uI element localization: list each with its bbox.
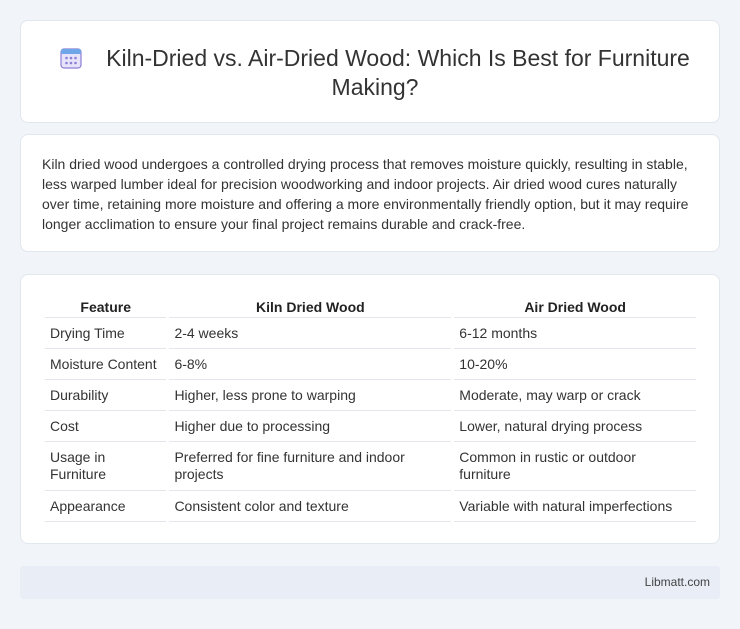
calendar-icon	[60, 48, 82, 69]
row-feature-cell: Cost	[45, 411, 167, 442]
intro-card: Kiln dried wood undergoes a controlled d…	[20, 134, 720, 252]
table-row: Drying Time 2-4 weeks 6-12 months	[45, 318, 696, 349]
comparison-card: Feature Kiln Dried Wood Air Dried Wood D…	[20, 274, 720, 544]
table-row: Durability Higher, less prone to warping…	[45, 380, 696, 411]
row-air-cell: Variable with natural imperfections	[454, 491, 696, 522]
table-header-row: Feature Kiln Dried Wood Air Dried Wood	[45, 297, 696, 318]
header-kiln-dried: Kiln Dried Wood	[169, 297, 452, 318]
table-row: Usage in Furniture Preferred for fine fu…	[45, 442, 696, 491]
page-title: Kiln-Dried vs. Air-Dried Wood: Which Is …	[106, 45, 690, 100]
row-kiln-cell: 2-4 weeks	[169, 318, 452, 349]
row-air-cell: Lower, natural drying process	[454, 411, 696, 442]
row-kiln-cell: Consistent color and texture	[169, 491, 452, 522]
row-kiln-cell: Higher, less prone to warping	[169, 380, 452, 411]
footer-site-link[interactable]: Libmatt.com	[645, 575, 710, 589]
header-feature: Feature	[45, 297, 167, 318]
page-title-container: Kiln-Dried vs. Air-Dried Wood: Which Is …	[51, 44, 699, 102]
row-air-cell: 10-20%	[454, 349, 696, 380]
row-kiln-cell: 6-8%	[169, 349, 452, 380]
table-row: Appearance Consistent color and texture …	[45, 491, 696, 522]
footer-bar: Libmatt.com	[20, 566, 720, 599]
title-card: Kiln-Dried vs. Air-Dried Wood: Which Is …	[20, 20, 720, 123]
comparison-table: Feature Kiln Dried Wood Air Dried Wood D…	[42, 297, 699, 522]
row-air-cell: Moderate, may warp or crack	[454, 380, 696, 411]
row-feature-cell: Moisture Content	[45, 349, 167, 380]
row-kiln-cell: Preferred for fine furniture and indoor …	[169, 442, 452, 491]
header-air-dried: Air Dried Wood	[454, 297, 696, 318]
table-row: Moisture Content 6-8% 10-20%	[45, 349, 696, 380]
row-feature-cell: Appearance	[45, 491, 167, 522]
row-feature-cell: Durability	[45, 380, 167, 411]
row-air-cell: Common in rustic or outdoor furniture	[454, 442, 696, 491]
row-kiln-cell: Higher due to processing	[169, 411, 452, 442]
row-feature-cell: Usage in Furniture	[45, 442, 167, 491]
row-feature-cell: Drying Time	[45, 318, 167, 349]
intro-paragraph: Kiln dried wood undergoes a controlled d…	[42, 156, 689, 232]
row-air-cell: 6-12 months	[454, 318, 696, 349]
table-row: Cost Higher due to processing Lower, nat…	[45, 411, 696, 442]
